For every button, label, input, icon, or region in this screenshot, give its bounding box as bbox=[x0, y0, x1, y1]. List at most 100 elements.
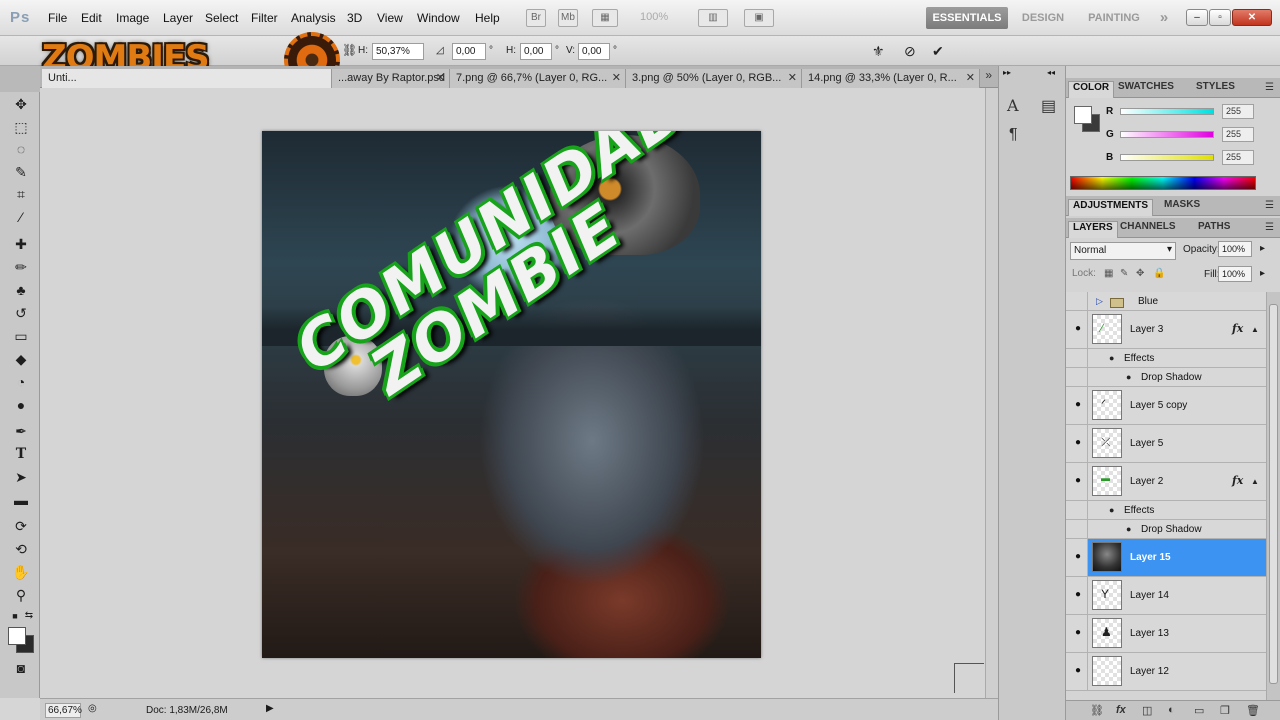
layer-row-layer-2[interactable]: ● ▬ Layer 2 fx ▲ bbox=[1066, 463, 1266, 501]
cancel-transform-icon[interactable]: ⊘ bbox=[904, 43, 916, 60]
canvas-vertical-scrollbar[interactable] bbox=[985, 88, 998, 698]
angle-input[interactable]: 0,00 bbox=[452, 43, 486, 60]
view-extras-icon[interactable]: ▦ bbox=[592, 9, 618, 27]
blur-tool-icon[interactable]: ◔ bbox=[10, 372, 32, 392]
layer-row-layer-5[interactable]: ● ⤫ Layer 5 bbox=[1066, 425, 1266, 463]
effects-row[interactable]: ● Effects bbox=[1066, 501, 1266, 520]
menu-view[interactable]: View bbox=[377, 11, 403, 25]
layer-row-layer-15[interactable]: ● Layer 15 bbox=[1066, 539, 1266, 577]
layer-row-layer-3[interactable]: ● ⁄ Layer 3 fx ▲ bbox=[1066, 311, 1266, 349]
visibility-toggle[interactable]: ● bbox=[1066, 653, 1088, 690]
status-info-icon[interactable]: ◎ bbox=[88, 703, 97, 714]
status-menu-arrow-icon[interactable]: ▶ bbox=[266, 703, 274, 714]
tools-panel-grip[interactable] bbox=[0, 66, 40, 92]
document-artwork[interactable]: COMUNIDAD ZOMBIE bbox=[262, 131, 761, 658]
lasso-tool-icon[interactable]: ◌ bbox=[10, 139, 32, 159]
tab-close-icon[interactable]: ✕ bbox=[612, 69, 621, 87]
menu-edit[interactable]: Edit bbox=[81, 11, 102, 25]
reference-point-field[interactable] bbox=[300, 43, 334, 60]
quick-mask-icon[interactable]: ◙ bbox=[10, 658, 32, 678]
eye-icon[interactable]: ● bbox=[1071, 665, 1085, 679]
blend-mode-select[interactable]: Normal bbox=[1070, 242, 1176, 260]
history-brush-tool-icon[interactable]: ↺ bbox=[10, 303, 32, 323]
r-slider[interactable] bbox=[1120, 108, 1214, 115]
menu-analysis[interactable]: Analysis bbox=[291, 11, 336, 25]
tab-14-png[interactable]: 14.png @ 33,3% (Layer 0, R... ✕ bbox=[802, 69, 980, 88]
eye-icon[interactable]: ● bbox=[1071, 323, 1085, 337]
eye-icon[interactable]: ● bbox=[1071, 437, 1085, 451]
visibility-toggle[interactable]: ● bbox=[1066, 539, 1088, 576]
lock-position-icon[interactable]: ✥ bbox=[1136, 268, 1144, 279]
menu-image[interactable]: Image bbox=[116, 11, 149, 25]
mini-bridge-icon[interactable]: Mb bbox=[558, 9, 578, 27]
character-panel-icon[interactable]: A bbox=[1007, 96, 1019, 115]
new-group-icon[interactable]: ▭ bbox=[1194, 704, 1204, 717]
visibility-toggle[interactable]: ● bbox=[1066, 311, 1088, 348]
brush-tool-icon[interactable]: ✏ bbox=[10, 257, 32, 277]
drop-shadow-row[interactable]: ● Drop Shadow bbox=[1066, 520, 1266, 539]
marquee-tool-icon[interactable]: ⬚ bbox=[10, 117, 32, 137]
visibility-toggle[interactable] bbox=[1066, 292, 1088, 310]
opacity-input[interactable]: 100% bbox=[1218, 241, 1252, 257]
layer-row-layer-14[interactable]: ● Y Layer 14 bbox=[1066, 577, 1266, 615]
shape-tool-icon[interactable]: ▬ bbox=[10, 490, 32, 510]
height-input[interactable]: 50,37% bbox=[372, 43, 424, 60]
link-layers-icon[interactable]: ⛓ bbox=[1090, 704, 1104, 717]
minimize-button[interactable]: – bbox=[1186, 9, 1208, 26]
dock-expand-icon[interactable]: ◂◂ bbox=[1047, 68, 1055, 77]
visibility-toggle[interactable]: ● bbox=[1066, 577, 1088, 614]
canvas-area[interactable]: COMUNIDAD ZOMBIE bbox=[40, 88, 998, 698]
move-tool-icon[interactable]: ✥ bbox=[10, 94, 32, 114]
r-value-input[interactable]: 255 bbox=[1222, 104, 1254, 119]
tabs-overflow-button[interactable]: » bbox=[985, 68, 992, 82]
visibility-toggle[interactable]: ● bbox=[1066, 387, 1088, 424]
adjustment-layer-icon[interactable]: ◐ bbox=[1168, 704, 1175, 716]
crop-tool-icon[interactable]: ⌗ bbox=[10, 184, 32, 204]
layer-row-layer-13[interactable]: ● ♟ Layer 13 bbox=[1066, 615, 1266, 653]
eye-icon[interactable]: ● bbox=[1071, 551, 1085, 565]
tab-swatches[interactable]: SWATCHES bbox=[1114, 81, 1178, 98]
layer-row-blue[interactable]: ▷ Blue bbox=[1066, 292, 1266, 311]
lock-transparent-icon[interactable]: ▦ bbox=[1104, 268, 1113, 279]
bridge-icon[interactable]: Br bbox=[526, 9, 546, 27]
tab-3-png[interactable]: 3.png @ 50% (Layer 0, RGB... ✕ bbox=[626, 69, 802, 88]
menu-select[interactable]: Select bbox=[205, 11, 238, 25]
tab-untitled[interactable]: Unti... bbox=[42, 69, 332, 88]
tab-close-icon[interactable]: ✕ bbox=[788, 69, 797, 87]
workspace-essentials[interactable]: ESSENTIALS bbox=[926, 7, 1008, 29]
effects-collapse-icon[interactable]: ▲ bbox=[1251, 325, 1259, 334]
clone-stamp-tool-icon[interactable]: ♣ bbox=[10, 280, 32, 300]
fx-icon[interactable]: fx bbox=[1232, 322, 1243, 335]
arrange-documents-icon[interactable]: ▥ bbox=[698, 9, 728, 27]
menu-layer[interactable]: Layer bbox=[163, 11, 193, 25]
tab-adjustments[interactable]: ADJUSTMENTS bbox=[1068, 199, 1154, 216]
fx-icon[interactable]: fx bbox=[1232, 474, 1243, 487]
fill-input[interactable]: 100% bbox=[1218, 266, 1252, 282]
commit-transform-icon[interactable]: ✔ bbox=[932, 43, 944, 60]
visibility-toggle[interactable]: ● bbox=[1066, 463, 1088, 500]
b-slider[interactable] bbox=[1120, 154, 1214, 161]
foreground-color-swatch[interactable] bbox=[8, 627, 26, 645]
menu-window[interactable]: Window bbox=[417, 11, 460, 25]
menu-file[interactable]: File bbox=[48, 11, 67, 25]
new-layer-icon[interactable]: ❐ bbox=[1220, 704, 1230, 717]
effects-collapse-icon[interactable]: ▲ bbox=[1251, 477, 1259, 486]
layers-scrollbar[interactable] bbox=[1266, 292, 1280, 700]
hand-tool-icon[interactable]: ✋ bbox=[10, 562, 32, 582]
workspace-painting[interactable]: PAINTING bbox=[1080, 7, 1148, 29]
type-tool-icon[interactable]: T bbox=[10, 444, 32, 464]
dodge-tool-icon[interactable]: ● bbox=[10, 395, 32, 415]
zoom-level-select[interactable]: 100% bbox=[640, 11, 668, 23]
eye-icon[interactable]: ● bbox=[1109, 505, 1114, 515]
zoom-tool-icon[interactable]: ⚲ bbox=[10, 585, 32, 605]
healing-brush-tool-icon[interactable]: ✚ bbox=[10, 234, 32, 254]
screen-mode-icon[interactable]: ▣ bbox=[744, 9, 774, 27]
fill-arrow-icon[interactable]: ▸ bbox=[1260, 268, 1265, 279]
pen-tool-icon[interactable]: ✒ bbox=[10, 421, 32, 441]
drop-shadow-row[interactable]: ● Drop Shadow bbox=[1066, 368, 1266, 387]
eye-icon[interactable]: ● bbox=[1071, 399, 1085, 413]
paint-bucket-tool-icon[interactable]: ◆ bbox=[10, 349, 32, 369]
layers-scroll-thumb[interactable] bbox=[1269, 304, 1278, 684]
layer-comps-icon[interactable]: ▤ bbox=[1041, 96, 1056, 116]
color-spectrum-bar[interactable] bbox=[1070, 176, 1256, 190]
